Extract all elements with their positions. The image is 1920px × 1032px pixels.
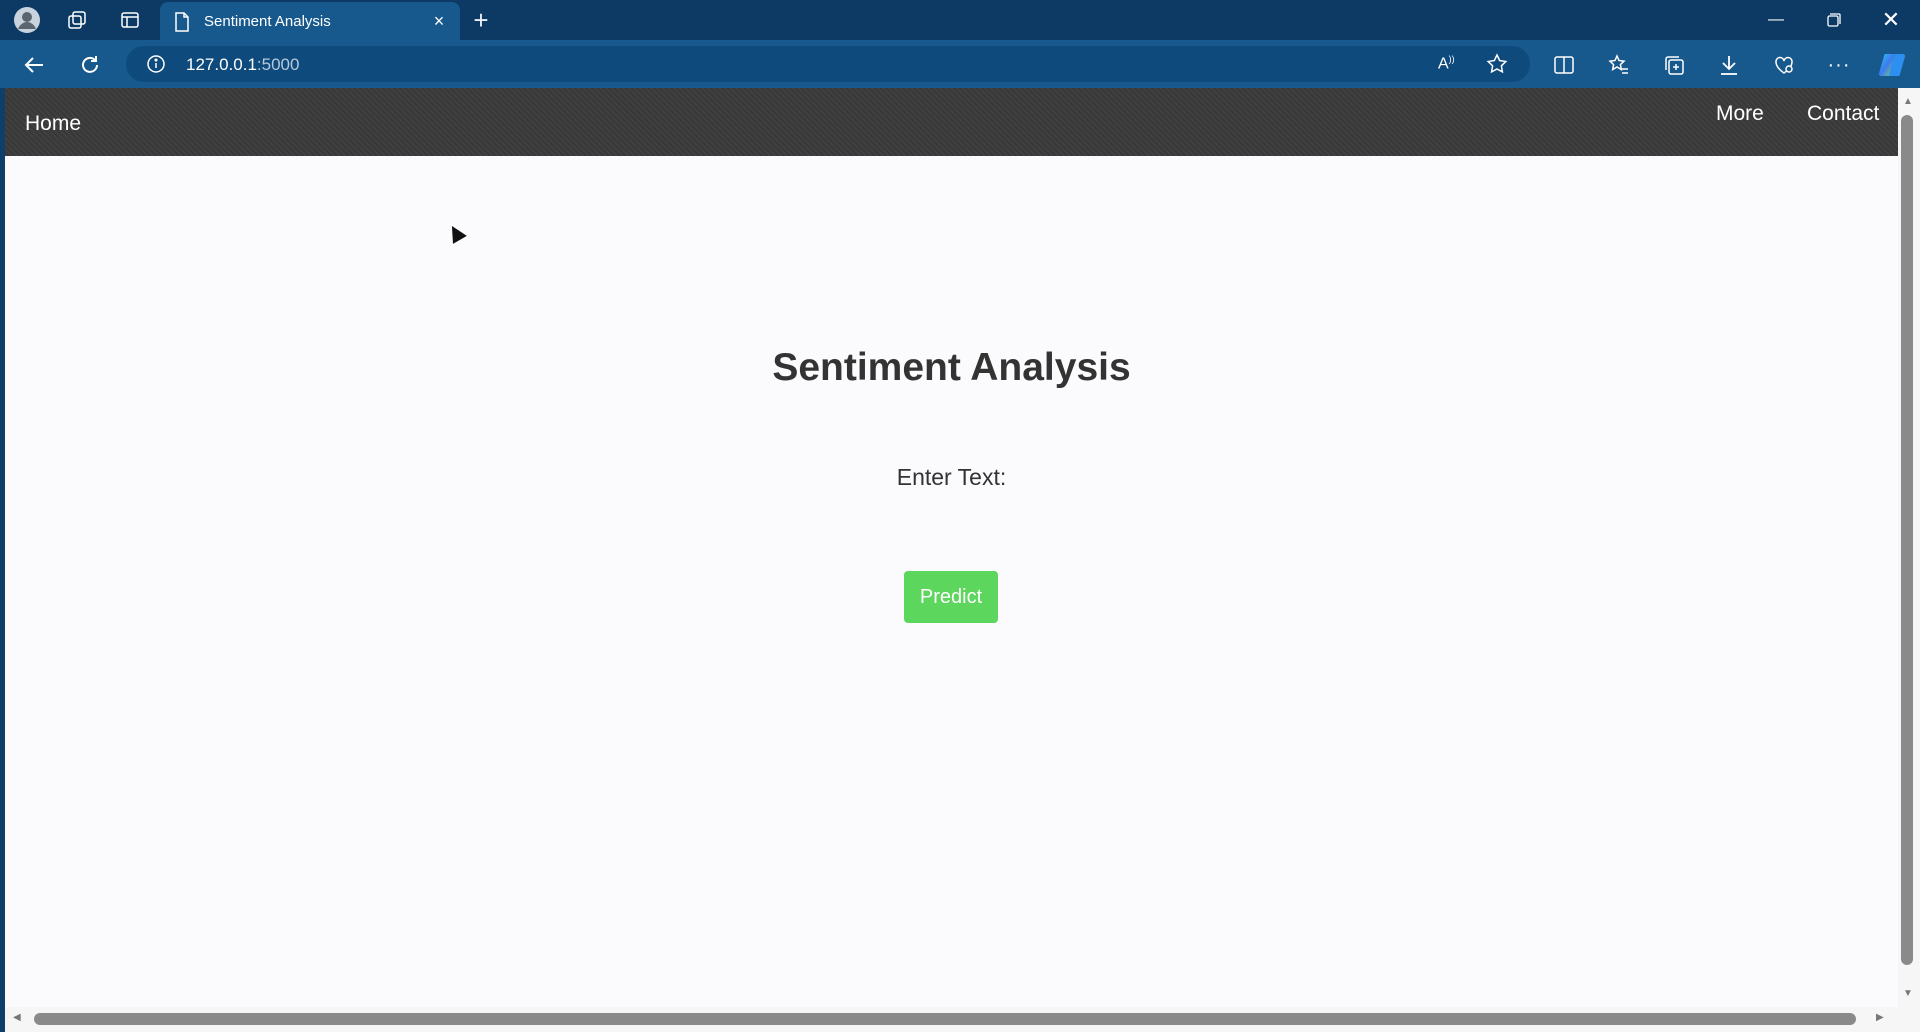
workspaces-icon[interactable] xyxy=(63,6,91,34)
new-tab-icon[interactable]: + xyxy=(467,5,495,35)
scroll-left-arrow-icon[interactable]: ◀ xyxy=(13,1012,21,1023)
predict-button[interactable]: Predict xyxy=(904,571,998,623)
address-bar[interactable]: 127.0.0.1:5000 A)) xyxy=(126,46,1530,82)
scroll-right-arrow-icon[interactable]: ▶ xyxy=(1876,1012,1884,1023)
site-navbar: Home More Contact xyxy=(5,88,1898,156)
url-text[interactable]: 127.0.0.1:5000 xyxy=(186,55,299,75)
tab-title: Sentiment Analysis xyxy=(204,13,331,30)
nav-link-more[interactable]: More xyxy=(1716,102,1764,126)
page-icon xyxy=(174,12,190,37)
read-aloud-icon[interactable]: A)) xyxy=(1438,54,1455,73)
split-screen-icon[interactable] xyxy=(1548,49,1580,81)
nav-link-home[interactable]: Home xyxy=(25,112,81,136)
collections-icon[interactable] xyxy=(1658,49,1690,81)
copilot-icon[interactable] xyxy=(1876,49,1908,81)
back-icon[interactable] xyxy=(18,49,50,81)
title-bar: Sentiment Analysis × + — ✕ xyxy=(0,0,1920,40)
restore-icon[interactable] xyxy=(1805,0,1863,40)
site-info-icon[interactable] xyxy=(146,54,166,79)
more-options-icon[interactable]: ··· xyxy=(1823,49,1855,81)
close-window-icon[interactable]: ✕ xyxy=(1862,0,1920,40)
browser-essentials-icon[interactable] xyxy=(1768,49,1800,81)
refresh-icon[interactable] xyxy=(74,49,106,81)
text-input-label: Enter Text: xyxy=(896,464,1007,490)
active-tab[interactable]: Sentiment Analysis × xyxy=(160,2,460,40)
scroll-up-arrow-icon[interactable]: ▲ xyxy=(1903,96,1913,107)
profile-avatar-icon[interactable] xyxy=(13,6,41,34)
page-title: Sentiment Analysis xyxy=(772,346,1131,389)
vertical-scroll-thumb[interactable] xyxy=(1901,115,1913,965)
scroll-down-arrow-icon[interactable]: ▼ xyxy=(1903,988,1913,999)
address-toolbar: 127.0.0.1:5000 A)) ··· xyxy=(0,40,1920,88)
downloads-icon[interactable] xyxy=(1713,49,1745,81)
favorite-star-icon[interactable] xyxy=(1486,53,1508,80)
page-viewport: Home More Contact Sentiment Analysis Ent… xyxy=(5,88,1898,1007)
minimize-icon[interactable]: — xyxy=(1747,0,1805,40)
tab-actions-icon[interactable] xyxy=(116,6,144,34)
close-tab-icon[interactable]: × xyxy=(428,10,450,32)
favorites-icon[interactable] xyxy=(1603,49,1635,81)
nav-link-contact[interactable]: Contact xyxy=(1807,102,1879,126)
horizontal-scroll-thumb[interactable] xyxy=(34,1013,1856,1025)
